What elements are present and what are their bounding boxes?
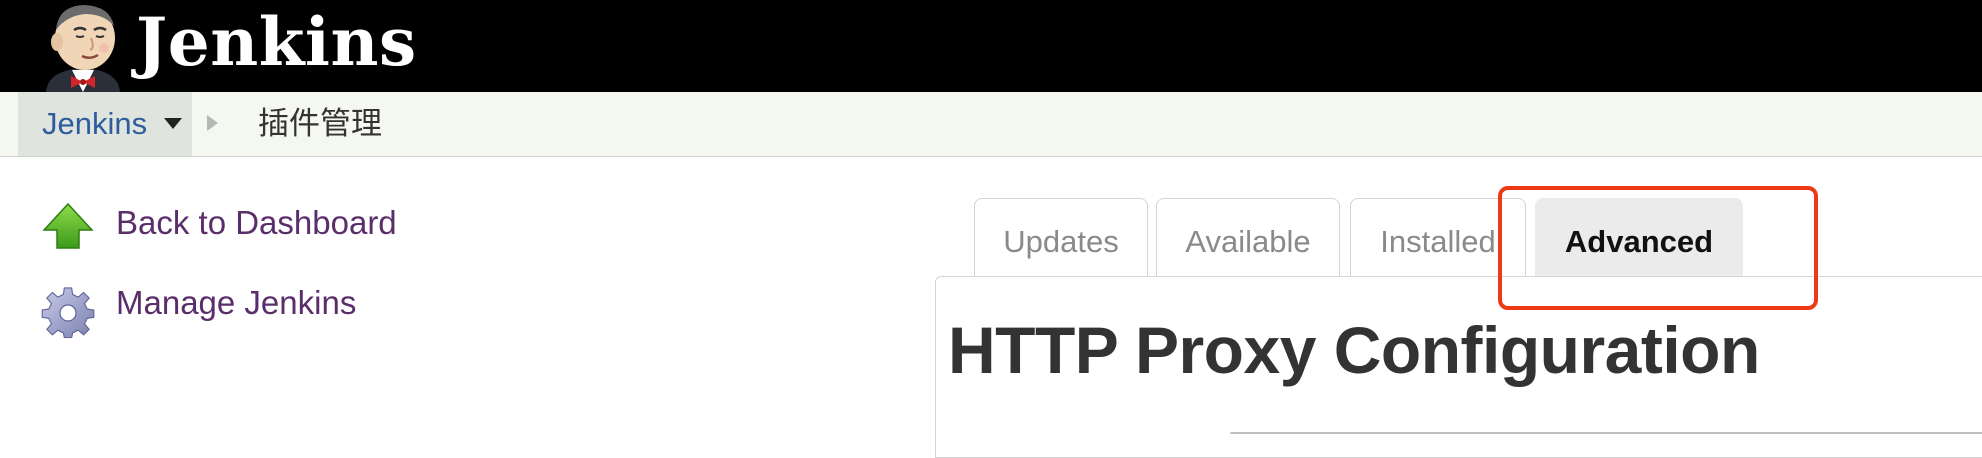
breadcrumb-current-plugin-manager[interactable]: 插件管理 bbox=[258, 92, 382, 156]
tab-available[interactable]: Available bbox=[1156, 198, 1340, 276]
manage-jenkins-link[interactable]: Manage Jenkins bbox=[116, 284, 356, 322]
highlight-annotation-box bbox=[1498, 186, 1818, 310]
back-to-dashboard-link[interactable]: Back to Dashboard bbox=[116, 204, 397, 242]
gear-icon[interactable] bbox=[38, 278, 98, 339]
breadcrumb: Jenkins 插件管理 bbox=[0, 92, 1982, 157]
form-section-border bbox=[1230, 432, 1982, 434]
breadcrumb-root-jenkins[interactable]: Jenkins bbox=[18, 92, 192, 156]
http-proxy-configuration-heading: HTTP Proxy Configuration bbox=[948, 313, 1760, 387]
page-header: Jenkins bbox=[0, 0, 1982, 92]
caret-down-icon[interactable] bbox=[164, 118, 182, 129]
up-arrow-icon[interactable] bbox=[38, 198, 98, 258]
logo-text[interactable]: Jenkins bbox=[136, 2, 417, 82]
tab-updates[interactable]: Updates bbox=[974, 198, 1148, 276]
jenkins-logo-icon[interactable] bbox=[38, 0, 128, 92]
breadcrumb-root-label[interactable]: Jenkins bbox=[42, 92, 147, 156]
breadcrumb-separator-arrow-icon bbox=[207, 115, 218, 131]
